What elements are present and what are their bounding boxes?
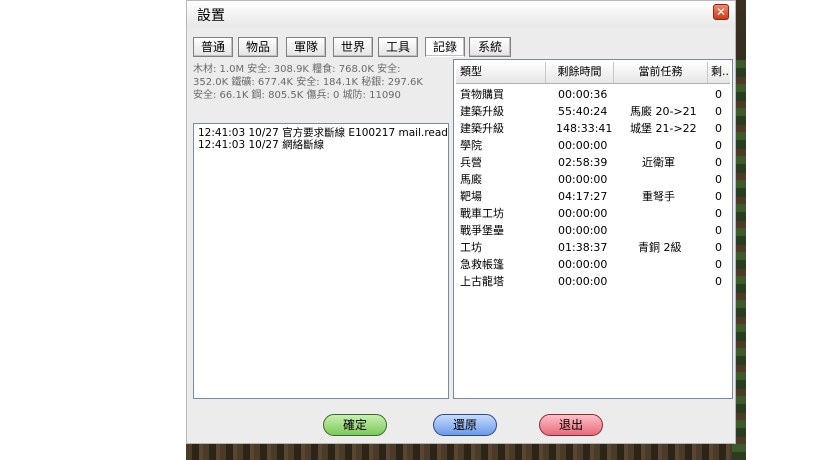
cell-type: 建築升級 bbox=[460, 122, 504, 135]
reset-button[interactable]: 還原 bbox=[433, 414, 497, 436]
column-header-count[interactable]: 剩.. bbox=[708, 62, 730, 83]
cell-time: 55:40:24 bbox=[558, 105, 608, 118]
cell-type: 上古龍塔 bbox=[460, 275, 504, 288]
cell-time: 00:00:00 bbox=[558, 207, 608, 220]
cell-count: 0 bbox=[715, 139, 722, 152]
cell-count: 0 bbox=[715, 275, 722, 288]
close-icon: ✕ bbox=[715, 5, 727, 19]
title-bar: 設置 ✕ bbox=[187, 1, 735, 27]
table-row[interactable]: 靶場 04:17:27 重弩手 0 bbox=[454, 188, 732, 205]
table-row[interactable]: 建築升級 55:40:24 馬廄 20->21 0 bbox=[454, 103, 732, 120]
column-header-current-task[interactable]: 當前任務 bbox=[614, 62, 708, 83]
column-header-type[interactable]: 類型 bbox=[456, 62, 546, 83]
cell-type: 馬廄 bbox=[460, 173, 482, 186]
cell-count: 0 bbox=[715, 224, 722, 237]
log-entry: 12:41:03 10/27 官方要求斷線 E100217 mail.read bbox=[198, 127, 448, 139]
cell-type: 學院 bbox=[460, 139, 482, 152]
cell-count: 0 bbox=[715, 207, 722, 220]
tab-general[interactable]: 普通 bbox=[193, 37, 233, 57]
cell-time: 00:00:00 bbox=[558, 173, 608, 186]
cell-type: 戰車工坊 bbox=[460, 207, 504, 220]
table-row[interactable]: 馬廄 00:00:00 0 bbox=[454, 171, 732, 188]
tab-tools[interactable]: 工具 bbox=[378, 37, 418, 57]
cell-task: 青銅 2級 bbox=[638, 241, 682, 254]
table-row[interactable]: 兵營 02:58:39 近衛軍 0 bbox=[454, 154, 732, 171]
cell-type: 急救帳篷 bbox=[460, 258, 504, 271]
table-row[interactable]: 學院 00:00:00 0 bbox=[454, 137, 732, 154]
cell-time: 148:33:41 bbox=[556, 122, 613, 135]
cell-time: 01:38:37 bbox=[558, 241, 608, 254]
table-row[interactable]: 戰爭堡壘 00:00:00 0 bbox=[454, 222, 732, 239]
cell-count: 0 bbox=[715, 241, 722, 254]
cell-time: 00:00:00 bbox=[558, 275, 608, 288]
tab-army[interactable]: 軍隊 bbox=[286, 37, 326, 57]
cell-task: 馬廄 20->21 bbox=[630, 105, 697, 118]
resource-summary: 木材: 1.0M 安全: 308.9K 糧食: 768.0K 安全: 352.0… bbox=[193, 63, 449, 102]
log-panel[interactable]: 12:41:03 10/27 官方要求斷線 E100217 mail.read … bbox=[193, 123, 449, 399]
cell-count: 0 bbox=[715, 190, 722, 203]
resource-line: 352.0K 鐵礦: 677.4K 安全: 184.1K 秘銀: 297.6K bbox=[193, 77, 423, 88]
cell-count: 0 bbox=[715, 258, 722, 271]
cell-type: 建築升級 bbox=[460, 105, 504, 118]
close-button[interactable]: ✕ bbox=[713, 4, 729, 20]
cell-task: 重弩手 bbox=[642, 190, 675, 203]
cell-type: 貨物購買 bbox=[460, 88, 504, 101]
dialog-title: 設置 bbox=[197, 8, 225, 24]
table-row[interactable]: 工坊 01:38:37 青銅 2級 0 bbox=[454, 239, 732, 256]
cell-time: 00:00:00 bbox=[558, 258, 608, 271]
cell-time: 00:00:00 bbox=[558, 139, 608, 152]
table-row[interactable]: 貨物購買 00:00:36 0 bbox=[454, 86, 732, 103]
cell-type: 戰爭堡壘 bbox=[460, 224, 504, 237]
tab-items[interactable]: 物品 bbox=[238, 37, 278, 57]
cell-count: 0 bbox=[715, 156, 722, 169]
table-row[interactable]: 戰車工坊 00:00:00 0 bbox=[454, 205, 732, 222]
table-header: 類型 剩餘時間 當前任務 剩.. bbox=[456, 62, 730, 84]
tab-system[interactable]: 系統 bbox=[469, 37, 511, 57]
settings-dialog: 設置 ✕ 普通 物品 軍隊 世界 工具 記錄 系統 木材: 1.0M 安全: 3… bbox=[186, 0, 736, 444]
confirm-button[interactable]: 確定 bbox=[323, 414, 387, 436]
cell-count: 0 bbox=[715, 105, 722, 118]
cell-count: 0 bbox=[715, 173, 722, 186]
resource-line: 木材: 1.0M 安全: 308.9K 糧食: 768.0K 安全: bbox=[193, 64, 401, 75]
game-scene-strip bbox=[186, 442, 746, 460]
cell-type: 兵營 bbox=[460, 156, 482, 169]
resource-line: 安全: 66.1K 鋼: 805.5K 傷兵: 0 城防: 11090 bbox=[193, 90, 401, 101]
cell-count: 0 bbox=[715, 122, 722, 135]
cell-time: 00:00:36 bbox=[558, 88, 608, 101]
exit-button[interactable]: 退出 bbox=[539, 414, 603, 436]
column-header-remaining-time[interactable]: 剩餘時間 bbox=[546, 62, 614, 83]
cell-time: 00:00:00 bbox=[558, 224, 608, 237]
cell-task: 城堡 21->22 bbox=[630, 122, 697, 135]
table-row[interactable]: 上古龍塔 00:00:00 0 bbox=[454, 273, 732, 290]
table-row[interactable]: 建築升級 148:33:41 城堡 21->22 0 bbox=[454, 120, 732, 137]
cell-time: 02:58:39 bbox=[558, 156, 608, 169]
tab-world[interactable]: 世界 bbox=[333, 37, 373, 57]
cell-type: 工坊 bbox=[460, 241, 482, 254]
cell-time: 04:17:27 bbox=[558, 190, 608, 203]
table-row[interactable]: 急救帳篷 00:00:00 0 bbox=[454, 256, 732, 273]
log-entry: 12:41:03 10/27 網絡斷線 bbox=[198, 139, 325, 151]
cell-task: 近衛軍 bbox=[642, 156, 675, 169]
cell-type: 靶場 bbox=[460, 190, 482, 203]
tab-records[interactable]: 記錄 bbox=[425, 37, 465, 57]
queue-table[interactable]: 類型 剩餘時間 當前任務 剩.. 貨物購買 00:00:36 0 建築升級 55… bbox=[453, 59, 733, 399]
cell-count: 0 bbox=[715, 88, 722, 101]
